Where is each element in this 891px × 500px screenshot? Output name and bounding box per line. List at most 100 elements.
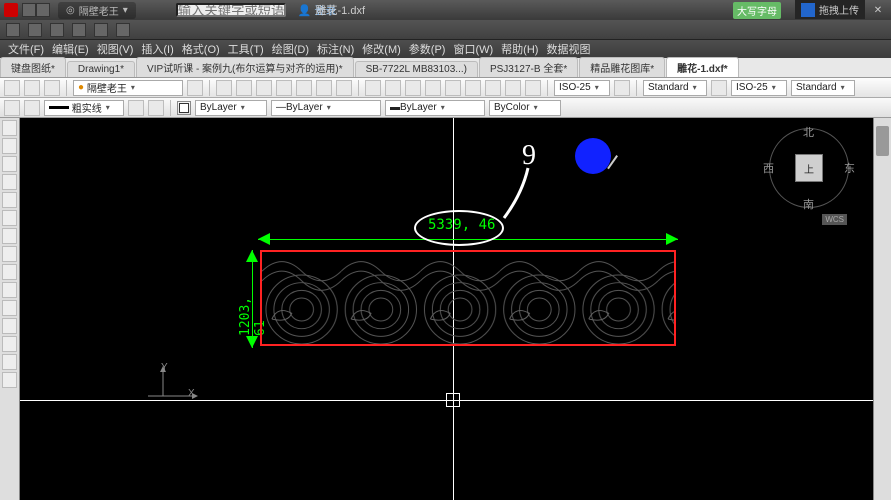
layer-dropdown[interactable]: ● 隔壁老王 — [73, 80, 183, 96]
textstyle-dd[interactable]: Standard — [643, 80, 707, 96]
style3-dd[interactable]: ISO-25 — [731, 80, 787, 96]
draw-pline-icon[interactable] — [2, 138, 17, 154]
color-picker[interactable] — [177, 101, 191, 115]
tool-rotate[interactable] — [405, 80, 421, 96]
tool-layer-states[interactable] — [187, 80, 203, 96]
tool-fillet[interactable] — [505, 80, 521, 96]
tool-hatch[interactable] — [316, 80, 332, 96]
dimension-vertical[interactable]: 1203, 61 — [244, 250, 260, 348]
menu-view[interactable]: 视图(V) — [97, 41, 134, 57]
draw-circle-icon[interactable] — [2, 210, 17, 226]
tab-2[interactable]: VIP试听课 - 案例九(布尔运算与对齐的运用)* — [136, 57, 354, 77]
lweight-dd2[interactable]: ▬ ByLayer — [385, 100, 485, 116]
draw-block-icon[interactable] — [2, 300, 17, 316]
tool-flag[interactable] — [44, 80, 60, 96]
prop-btn1[interactable] — [4, 100, 20, 116]
menu-dimension[interactable]: 标注(N) — [317, 41, 354, 57]
prop-btn2[interactable] — [24, 100, 40, 116]
qat-open2[interactable] — [28, 23, 42, 37]
drawing-canvas[interactable]: Y X 5339, 46 1203, 61 — [20, 118, 873, 500]
draw-region-icon[interactable] — [2, 354, 17, 370]
upload-overlay[interactable]: 拖拽上传 — [795, 0, 865, 19]
tab-4[interactable]: PSJ3127-B 全套* — [479, 57, 578, 77]
draw-hatch-icon[interactable] — [2, 264, 17, 280]
tool-pline[interactable] — [236, 80, 252, 96]
close-button[interactable]: ✕ — [865, 1, 891, 19]
tool-new[interactable] — [4, 80, 20, 96]
qat-save2[interactable] — [50, 23, 64, 37]
style4-dd[interactable]: Standard — [791, 80, 855, 96]
viewcube-e[interactable]: 东 — [844, 160, 855, 176]
menu-modify[interactable]: 修改(M) — [362, 41, 401, 57]
app-icon[interactable] — [4, 3, 18, 17]
vertical-scrollbar[interactable] — [873, 118, 891, 500]
viewcube-n[interactable]: 北 — [803, 124, 814, 140]
tool-extend[interactable] — [485, 80, 501, 96]
draw-point-icon[interactable] — [2, 282, 17, 298]
qat-new[interactable] — [6, 23, 20, 37]
menu-tools[interactable]: 工具(T) — [228, 41, 264, 57]
draw-text-icon[interactable] — [2, 318, 17, 334]
tab-1[interactable]: Drawing1* — [67, 61, 135, 77]
properties-bar: 粗实线 ByLayer — ByLayer ▬ ByLayer ByColor — [0, 98, 891, 118]
tool-line[interactable] — [216, 80, 232, 96]
qat-layer-dd[interactable]: ◎ 隔壁老王 ▾ — [58, 2, 136, 19]
plotstyle-dd[interactable]: ByColor — [489, 100, 561, 116]
tool-move[interactable] — [365, 80, 381, 96]
menu-draw[interactable]: 绘图(D) — [272, 41, 309, 57]
help-search-input[interactable] — [176, 3, 286, 17]
viewcube-w[interactable]: 西 — [763, 160, 774, 176]
dimstyle-dd[interactable]: ISO-25 — [554, 80, 610, 96]
tool-copy[interactable] — [385, 80, 401, 96]
draw-arc-icon[interactable] — [2, 192, 17, 208]
tool-array[interactable] — [525, 80, 541, 96]
color-dd[interactable]: ByLayer — [195, 100, 267, 116]
tool-scale[interactable] — [445, 80, 461, 96]
qat-open[interactable] — [22, 3, 36, 17]
tool-mtext[interactable] — [711, 80, 727, 96]
prop-layer[interactable] — [128, 100, 144, 116]
ime-indicator: 大写字母 — [733, 2, 781, 19]
tool-trim[interactable] — [465, 80, 481, 96]
wcs-label[interactable]: WCS — [822, 214, 847, 225]
qat-undo[interactable] — [72, 23, 86, 37]
tool-open[interactable] — [24, 80, 40, 96]
menu-param[interactable]: 参数(P) — [409, 41, 446, 57]
menu-format[interactable]: 格式(O) — [182, 41, 220, 57]
lineweight-dd[interactable]: 粗实线 — [44, 100, 124, 116]
tool-rect[interactable] — [296, 80, 312, 96]
tab-0[interactable]: 键盘图纸* — [0, 57, 66, 77]
qat-save[interactable] — [36, 3, 50, 17]
tab-3[interactable]: SB-7722L MB83103...) — [355, 61, 478, 77]
tool-dim[interactable] — [614, 80, 630, 96]
viewcube-top[interactable]: 上 — [795, 154, 823, 182]
qat-print[interactable] — [116, 23, 130, 37]
menu-data[interactable]: 数据视图 — [546, 41, 590, 57]
tool-mirror[interactable] — [425, 80, 441, 96]
tool-text[interactable] — [336, 80, 352, 96]
viewcube-s[interactable]: 南 — [803, 196, 814, 212]
menu-file[interactable]: 文件(F) — [8, 41, 44, 57]
tool-arc[interactable] — [276, 80, 292, 96]
menu-insert[interactable]: 插入(I) — [141, 41, 173, 57]
tool-circle[interactable] — [256, 80, 272, 96]
linetype-dd[interactable]: — ByLayer — [271, 100, 381, 116]
draw-polygon-icon[interactable] — [2, 156, 17, 172]
scroll-thumb[interactable] — [876, 126, 889, 156]
draw-spline-icon[interactable] — [2, 228, 17, 244]
draw-table-icon[interactable] — [2, 336, 17, 352]
selected-block[interactable] — [260, 250, 676, 346]
prop-match[interactable] — [148, 100, 164, 116]
viewcube[interactable]: 上 北 南 东 西 — [769, 128, 849, 208]
menu-edit[interactable]: 编辑(E) — [52, 41, 89, 57]
menu-window[interactable]: 窗口(W) — [453, 41, 493, 57]
ucs-icon: Y X — [148, 366, 198, 409]
tab-5[interactable]: 精品雕花图库* — [579, 57, 665, 77]
tab-6[interactable]: 雕花-1.dxf* — [666, 57, 739, 77]
draw-rect-icon[interactable] — [2, 174, 17, 190]
draw-more-icon[interactable] — [2, 372, 17, 388]
qat-redo[interactable] — [94, 23, 108, 37]
draw-ellipse-icon[interactable] — [2, 246, 17, 262]
draw-line-icon[interactable] — [2, 120, 17, 136]
menu-help[interactable]: 帮助(H) — [501, 41, 538, 57]
